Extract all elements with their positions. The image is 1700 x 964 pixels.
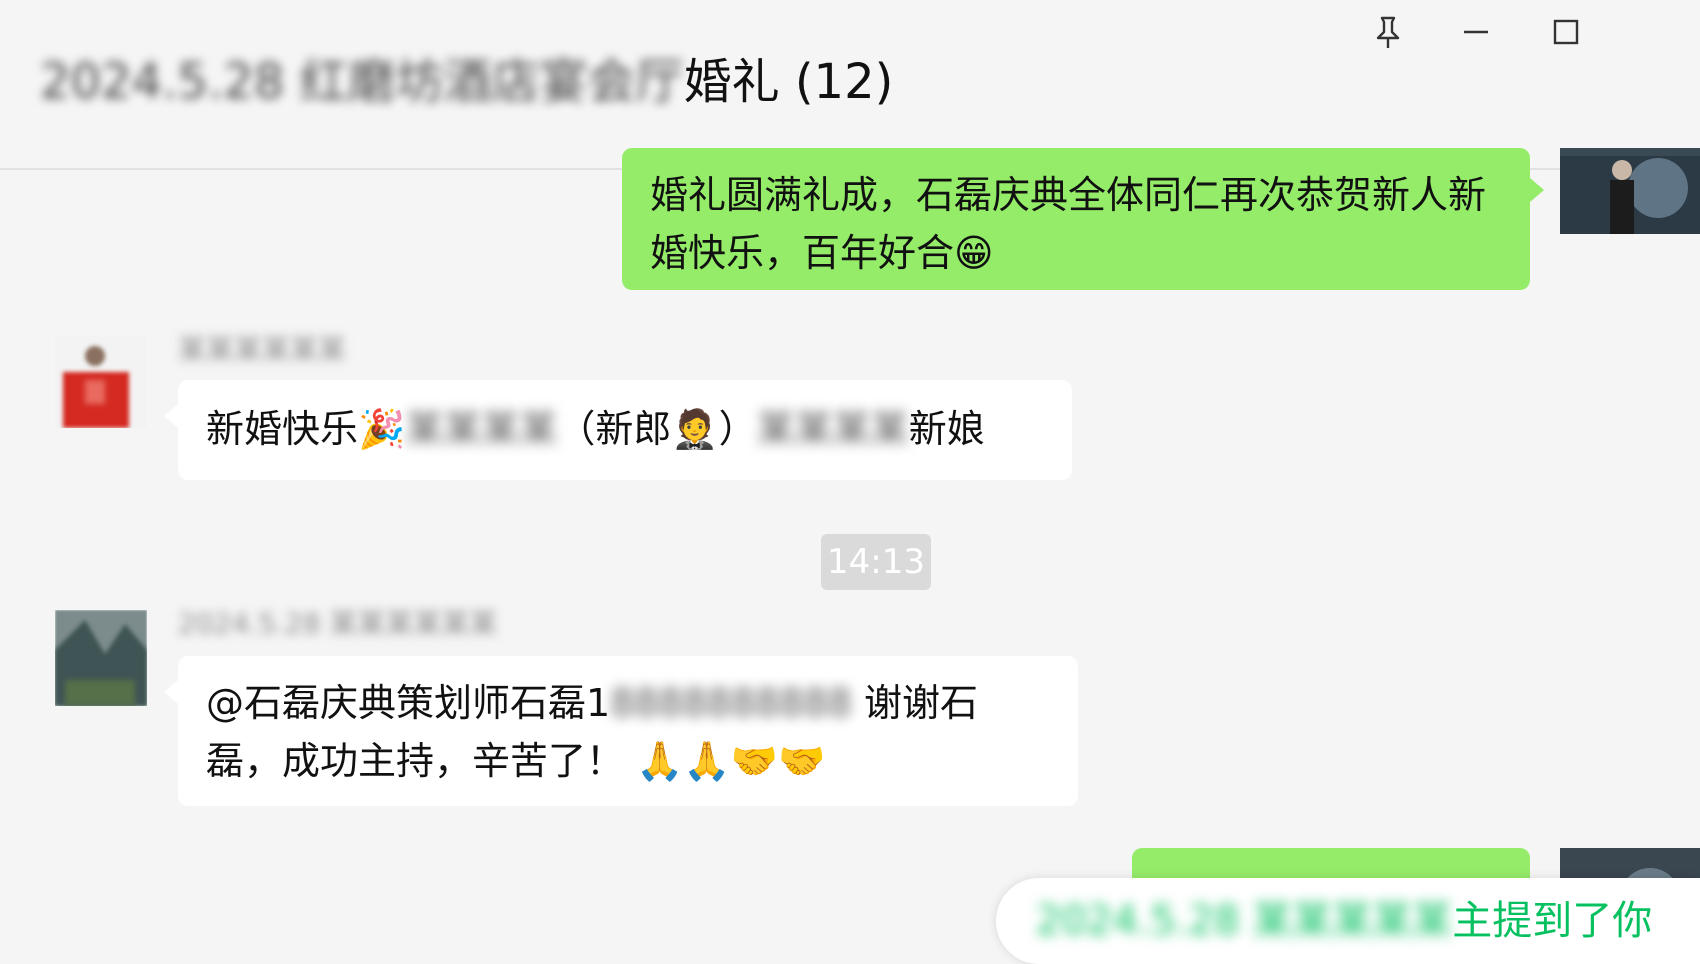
message-text-part: @石磊庆典策划师石磊1 [206, 681, 611, 725]
message-bubble-incoming[interactable]: @石磊庆典策划师石磊18888888888 谢谢石磊，成功主持，辛苦了！ 🙏🙏🤝… [164, 656, 1078, 806]
message-bubble-incoming[interactable]: 新婚快乐🎉某某某某（新郎🤵）某某某某新娘 [164, 380, 1072, 480]
mention-notification-blurred: 2024.5.28 某某某某某 [1036, 898, 1453, 944]
sender-name: 2024.5.28 某某某某某某 [178, 607, 498, 640]
chat-title-text: 婚礼 (12) [683, 54, 894, 110]
phone-number-blurred: 8888888888 [610, 681, 852, 725]
avatar-self[interactable] [1560, 148, 1700, 234]
mention-groom-blurred: 某某某某 [405, 407, 558, 451]
mention-bride-blurred: 某某某某 [756, 407, 909, 451]
message-text-part: 新娘 [908, 407, 985, 451]
message-bubble-outgoing[interactable]: 婚礼圆满礼成，石磊庆典全体同仁再次恭贺新人新婚快乐，百年好合😁 [622, 148, 1544, 290]
chat-title: 2024.5.28 红磨坊酒店宴会厅婚礼 (12) [40, 52, 893, 112]
timestamp: 14:13 [821, 534, 931, 590]
maximize-icon[interactable] [1546, 12, 1586, 52]
message-text-part: （新郎🤵） [557, 407, 757, 451]
avatar-sender[interactable] [55, 336, 147, 428]
mention-notification[interactable]: 2024.5.28 某某某某某主提到了你 [996, 878, 1700, 964]
pin-icon[interactable] [1368, 12, 1408, 52]
minimize-icon[interactable] [1456, 12, 1496, 52]
message-text: 婚礼圆满礼成，石磊庆典全体同仁再次恭贺新人新婚快乐，百年好合😁 [650, 173, 1487, 275]
sender-name: 某某某某某某 [178, 333, 347, 366]
mention-notification-text: 主提到了你 [1452, 898, 1653, 944]
message-text-part: 新婚快乐🎉 [206, 407, 406, 451]
chat-title-blurred: 2024.5.28 红磨坊酒店宴会厅 [40, 54, 684, 110]
avatar-sender[interactable] [55, 610, 147, 706]
chat-header: 2024.5.28 红磨坊酒店宴会厅婚礼 (12) [0, 0, 1700, 170]
